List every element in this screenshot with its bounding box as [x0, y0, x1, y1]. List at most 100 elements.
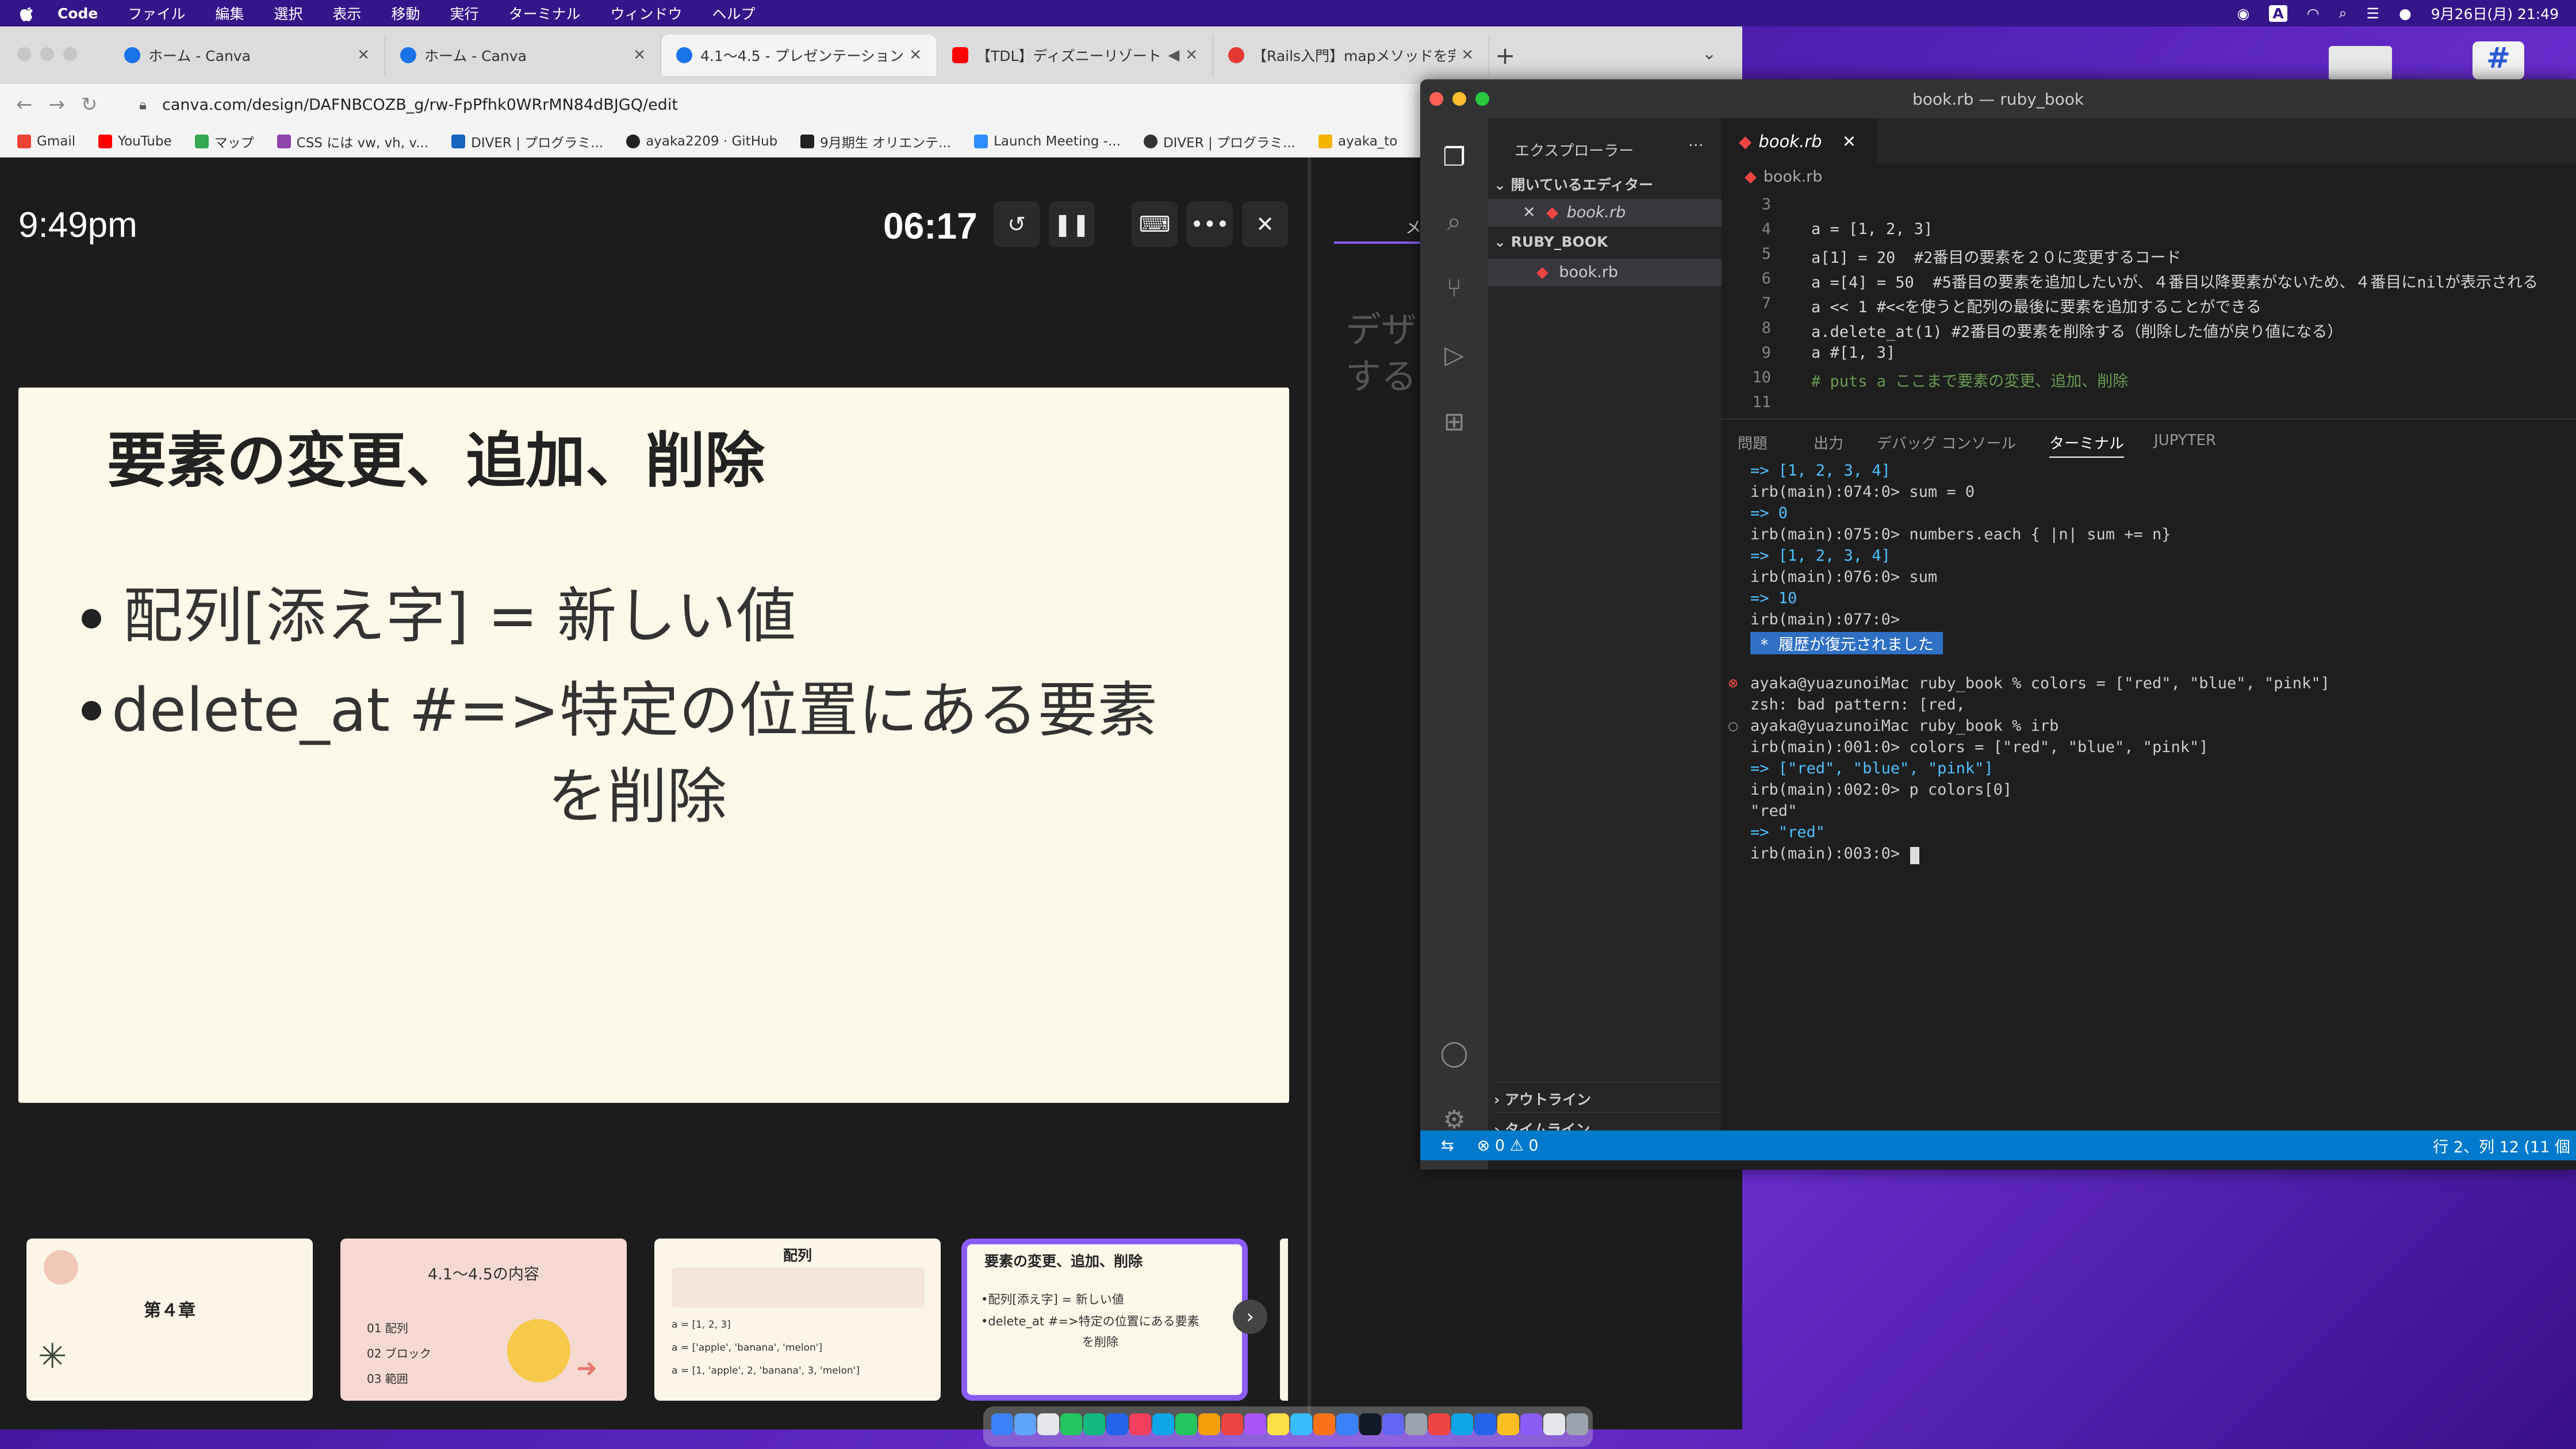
dock-app-icon[interactable] — [1267, 1413, 1289, 1435]
dock-app-icon[interactable] — [1359, 1413, 1381, 1435]
explorer-icon[interactable]: ❐ — [1438, 140, 1471, 174]
next-thumbnails-button[interactable]: › — [1233, 1300, 1267, 1334]
browser-tab[interactable]: ホーム - Canva ✕ — [385, 34, 661, 76]
more-actions-icon[interactable]: ··· — [1688, 136, 1704, 155]
dock-app-icon[interactable] — [1313, 1413, 1335, 1435]
close-icon[interactable]: ✕ — [909, 47, 922, 64]
code-line[interactable]: 12a, b = 1, 2 #配列を使って多重代入する — [1722, 416, 2576, 417]
close-icon[interactable]: ✕ — [1461, 47, 1474, 64]
dock-app-icon[interactable] — [1014, 1413, 1036, 1435]
bookmark[interactable]: DIVER | プログラミ... — [451, 132, 603, 151]
bookmark[interactable]: Gmail — [17, 134, 75, 149]
close-icon[interactable]: ✕ — [1842, 132, 1856, 151]
dock-app-icon[interactable] — [1566, 1413, 1588, 1435]
spotlight-icon[interactable]: ⌕ — [2339, 5, 2347, 22]
dock-app-icon[interactable] — [1106, 1413, 1128, 1435]
dock-app-icon[interactable] — [1382, 1413, 1404, 1435]
dock-app-icon[interactable] — [1198, 1413, 1220, 1435]
wifi-icon[interactable]: ◠ — [2307, 5, 2320, 22]
dock-app-icon[interactable] — [1290, 1413, 1312, 1435]
dock-app-icon[interactable] — [1060, 1413, 1082, 1435]
browser-tab-active[interactable]: 4.1〜4.5 - プレゼンテーション ✕ — [661, 34, 937, 76]
mute-icon[interactable]: ◀ — [1168, 47, 1179, 64]
run-debug-icon[interactable]: ▷ — [1438, 338, 1471, 371]
screen-record-icon[interactable]: ◉ — [2237, 5, 2250, 22]
window-close-button[interactable] — [1429, 92, 1443, 106]
tab-output[interactable]: 出力 — [1814, 432, 1843, 453]
dock-app-icon[interactable] — [991, 1413, 1013, 1435]
dock-app-icon[interactable] — [1543, 1413, 1565, 1435]
slide-thumbnail[interactable]: 4.1〜4.5の内容 01 配列 02 ブロック 03 範囲 ➜ — [340, 1239, 627, 1401]
dock-app-icon[interactable] — [1497, 1413, 1519, 1435]
slide-thumbnail[interactable]: ✳ 第４章 — [26, 1239, 313, 1401]
dock-app-icon[interactable] — [1451, 1413, 1473, 1435]
dock-app-icon[interactable] — [1474, 1413, 1496, 1435]
window-close-button[interactable] — [17, 47, 31, 61]
tab-list-button[interactable]: ⌄ — [1702, 44, 1716, 64]
extensions-icon[interactable]: ⊞ — [1438, 405, 1471, 438]
dock-app-icon[interactable] — [1428, 1413, 1450, 1435]
remote-icon[interactable]: ⇆ — [1441, 1137, 1454, 1155]
notes-placeholder[interactable]: デザ する — [1346, 307, 1417, 400]
back-icon[interactable]: ← — [16, 93, 33, 116]
tab-terminal[interactable]: ターミナル — [2049, 432, 2125, 458]
menu-help[interactable]: ヘルプ — [697, 3, 770, 24]
breadcrumb[interactable]: ◆ book.rb — [1745, 168, 1822, 186]
tab-problems[interactable]: 問題 — [1738, 432, 1768, 453]
window-zoom-button[interactable] — [63, 47, 77, 61]
code-line[interactable]: 6 a =[4] = 50 #5番目の要素を追加したいが、４番目以降要素がないため… — [1722, 267, 2576, 292]
dock-app-icon[interactable] — [1405, 1413, 1427, 1435]
source-control-icon[interactable]: ⑂ — [1438, 271, 1471, 305]
bookmark[interactable]: CSS には vw, vh, v... — [277, 132, 428, 151]
menu-app[interactable]: Code — [43, 5, 113, 22]
code-line[interactable]: 11 — [1722, 391, 2576, 416]
code-line[interactable]: 10 # puts a ここまで要素の変更、追加、削除 — [1722, 366, 2576, 391]
menu-file[interactable]: ファイル — [113, 3, 200, 24]
code-line[interactable]: 8 a.delete_at(1) #2番目の要素を削除する（削除した値が戻り値にな… — [1722, 317, 2576, 342]
dock-app-icon[interactable] — [1083, 1413, 1105, 1435]
control-center-icon[interactable]: ☰ — [2367, 5, 2379, 22]
dock-app-icon[interactable] — [1175, 1413, 1197, 1435]
editor-tab-active[interactable]: ◆ book.rb ✕ — [1722, 118, 1877, 164]
browser-tab[interactable]: 【Rails入門】mapメソッドを完全 ✕ — [1213, 34, 1489, 76]
code-line[interactable]: 4 a = [1, 2, 3] — [1722, 218, 2576, 243]
close-icon[interactable]: ✕ — [633, 47, 646, 64]
menu-edit[interactable]: 編集 — [200, 3, 259, 24]
code-line[interactable]: 9 a #[1, 3] — [1722, 342, 2576, 366]
dock-app-icon[interactable] — [1336, 1413, 1358, 1435]
pause-button[interactable]: ❚❚ — [1049, 201, 1095, 247]
address-bar[interactable]: 🔒︎ canva.com/design/DAFNBCOZB_g/rw-FpPfh… — [122, 90, 1421, 120]
window-minimize-button[interactable] — [40, 47, 54, 61]
dock-app-icon[interactable] — [1244, 1413, 1266, 1435]
dock-app-icon[interactable] — [1129, 1413, 1151, 1435]
input-method-icon[interactable]: A — [2269, 5, 2287, 22]
tab-debug-console[interactable]: デバッグ コンソール — [1877, 432, 2016, 453]
menu-window[interactable]: ウィンドウ — [595, 3, 697, 24]
bookmark[interactable]: YouTube — [98, 134, 172, 149]
command-status-icon[interactable]: ⊗ — [1728, 674, 1738, 692]
open-editor-item[interactable]: ✕ ◆ book.rb — [1488, 199, 1722, 227]
siri-icon[interactable]: ● — [2399, 5, 2412, 22]
tab-jupyter[interactable]: JUPYTER — [2154, 432, 2216, 449]
dock-app-icon[interactable] — [1037, 1413, 1059, 1435]
reset-timer-button[interactable]: ↺ — [994, 201, 1040, 247]
problems-status[interactable]: ⊗ 0 ⚠ 0 — [1477, 1137, 1539, 1155]
browser-tab[interactable]: 【TDL】ディズニーリゾート ◀ ✕ — [937, 34, 1213, 76]
more-options-button[interactable]: ••• — [1187, 201, 1233, 247]
keyboard-shortcuts-button[interactable]: ⌨ — [1132, 201, 1178, 247]
bookmark[interactable]: マップ — [194, 132, 254, 151]
menubar-clock[interactable]: 9月26日(月) 21:49 — [2431, 3, 2559, 24]
search-icon[interactable]: ⌕ — [1438, 205, 1471, 238]
window-minimize-button[interactable] — [1452, 92, 1466, 106]
new-tab-button[interactable]: + — [1495, 41, 1515, 70]
menu-terminal[interactable]: ターミナル — [493, 3, 595, 24]
project-section[interactable]: ⌄ RUBY_BOOK — [1494, 233, 1608, 250]
command-status-icon[interactable]: ○ — [1728, 717, 1738, 735]
open-editors-section[interactable]: ⌄ 開いているエディター — [1494, 174, 1653, 194]
desktop-icon[interactable]: # — [2472, 41, 2524, 79]
dock-app-icon[interactable] — [1520, 1413, 1542, 1435]
bookmark[interactable]: DIVER | プログラミ... — [1143, 132, 1295, 151]
slide-thumbnail-partial[interactable] — [1280, 1239, 1288, 1401]
apple-icon[interactable] — [20, 5, 34, 22]
bookmark[interactable]: 9月期生 オリエンテ... — [800, 132, 951, 151]
